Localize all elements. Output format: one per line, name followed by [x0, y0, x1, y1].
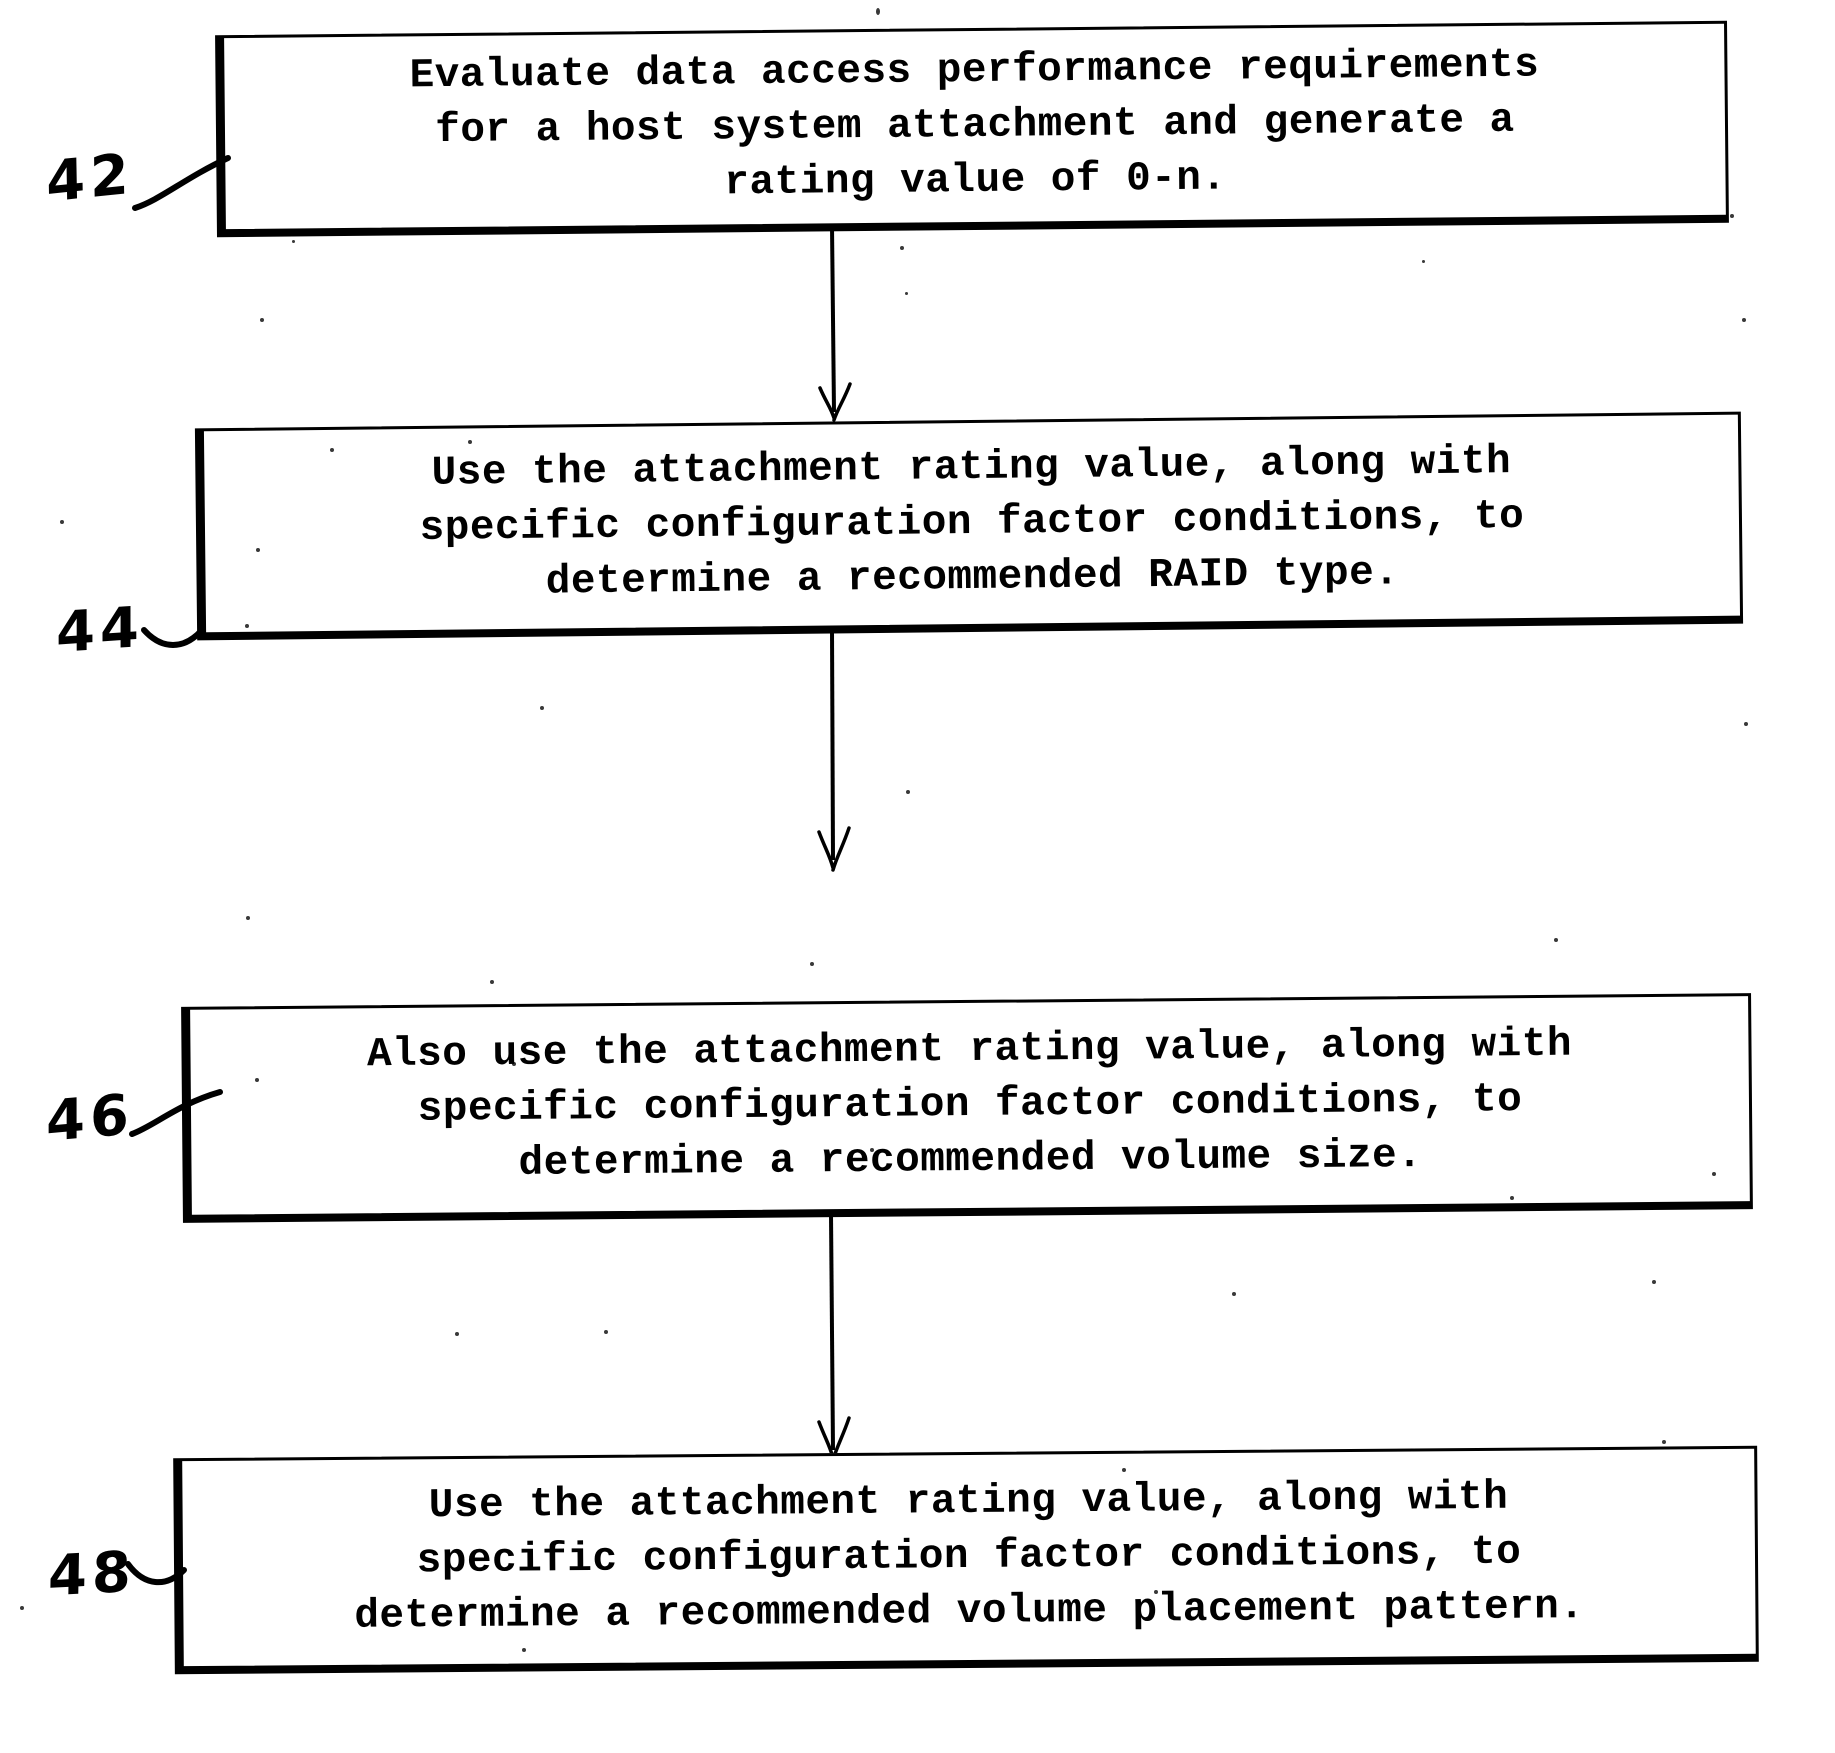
- scan-speckle: [906, 790, 910, 794]
- scan-speckle: [1730, 214, 1734, 218]
- scan-speckle: [256, 548, 260, 552]
- scan-speckle: [246, 916, 250, 920]
- figure-canvas: Evaluate data access performance require…: [0, 0, 1835, 1753]
- scan-speckle: [900, 246, 904, 250]
- flow-step-box-42: Evaluate data access performance require…: [215, 20, 1729, 238]
- scan-speckle: [260, 318, 264, 322]
- scan-speckle: [245, 624, 249, 628]
- scan-speckle: [60, 520, 64, 524]
- flow-step-text-42: Evaluate data access performance require…: [409, 42, 1540, 207]
- flow-step-text-44: Use the attachment rating value, along w…: [419, 439, 1525, 606]
- reference-numeral-42: 42: [45, 141, 135, 216]
- scan-speckle: [1154, 1590, 1158, 1594]
- scan-speckle: [1742, 318, 1746, 322]
- scan-speckle: [20, 1606, 24, 1610]
- connector-42-to-44: [800, 225, 890, 426]
- flow-step-box-46: Also use the attachment rating value, al…: [181, 993, 1753, 1223]
- scan-speckle: [1712, 1172, 1716, 1176]
- scan-speckle: [490, 980, 494, 984]
- connector-44-to-46: [800, 629, 890, 875]
- flow-step-text-48: Use the attachment rating value, along w…: [354, 1474, 1585, 1640]
- scan-speckle: [540, 706, 544, 710]
- scan-speckle: [1744, 722, 1748, 726]
- reference-numeral-44: 44: [56, 594, 144, 667]
- scan-speckle: [1422, 260, 1425, 263]
- scan-speckle: [1232, 1292, 1236, 1296]
- scan-speckle: [468, 440, 472, 444]
- scan-speckle: [870, 1148, 874, 1152]
- scan-speckle: [1652, 1280, 1656, 1284]
- scan-speckle: [1662, 1440, 1666, 1444]
- reference-numeral-48: 48: [47, 1539, 137, 1610]
- scan-speckle: [455, 1332, 459, 1336]
- scan-speckle: [905, 292, 908, 295]
- flow-step-box-44: Use the attachment rating value, along w…: [194, 411, 1744, 641]
- scan-speckle: [1122, 1468, 1126, 1472]
- scan-speckle: [255, 1078, 259, 1082]
- reference-numeral-46: 46: [46, 1082, 134, 1155]
- flow-step-box-48: Use the attachment rating value, along w…: [173, 1445, 1759, 1675]
- scan-speckle: [604, 1330, 608, 1334]
- scan-speckle: [292, 240, 295, 243]
- scan-speckle: [512, 1062, 516, 1066]
- flow-step-text-46: Also use the attachment rating value, al…: [366, 1021, 1573, 1187]
- scan-speckle: [810, 962, 814, 966]
- scan-speckle: [876, 8, 880, 15]
- connector-46-to-48: [800, 1213, 890, 1464]
- scan-speckle: [1554, 938, 1558, 942]
- scan-speckle: [330, 448, 334, 452]
- scan-speckle: [522, 1648, 526, 1652]
- scan-speckle: [1510, 1196, 1514, 1200]
